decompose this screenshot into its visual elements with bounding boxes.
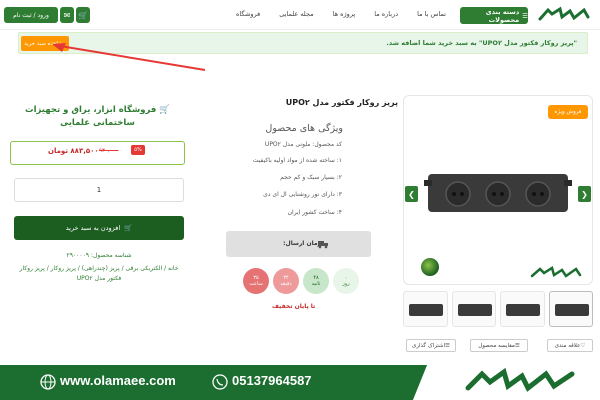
olamaee-watermark-logo <box>530 266 582 278</box>
main-nav: فروشگاه مجله علمایی پروژه ها درباره ما ت… <box>236 10 446 22</box>
truck-icon <box>318 241 328 249</box>
features-heading: ویژگی های محصول <box>265 123 343 134</box>
feature-item: ۴: ساخت کشور ایران <box>287 209 342 216</box>
countdown-seconds: ۴۸ ثانیه <box>303 268 329 294</box>
gallery-next-button[interactable]: ❯ <box>578 186 591 202</box>
heart-icon: ♡ <box>580 342 586 349</box>
cart-icon: 🛒 <box>124 224 133 232</box>
globe-icon <box>421 258 439 276</box>
cart-icon: 🛒 <box>159 105 170 115</box>
thumbnail[interactable] <box>403 291 448 327</box>
thumbnail-device <box>457 304 492 316</box>
share-icon: ☰ <box>445 342 450 349</box>
gallery-prev-button[interactable]: ❮ <box>405 186 418 202</box>
countdown-hours: ۳۵ ساعت <box>243 268 269 294</box>
countdown-days: ۰ روز <box>333 268 359 294</box>
compare-button[interactable]: ☰ مقایسه محصول <box>470 339 528 352</box>
red-arrow-annotation <box>52 43 206 71</box>
new-price: ۸۸۳,۵۰۰ تومان <box>48 147 99 155</box>
breadcrumb[interactable]: خانه / الکتریکی برقی / پریز (چندراهی) / … <box>14 264 184 284</box>
thumbnail[interactable] <box>451 291 496 327</box>
sale-badge: فروش ویژه <box>548 105 588 119</box>
thumbnail-device <box>506 304 540 316</box>
countdown-minutes: ۳۴ دقیقه <box>273 268 299 294</box>
until-discount-end: تا پایان تخفیف <box>272 303 316 310</box>
notice-message: "پریز روکار فکتور مدل UPO۲" به سبد خرید … <box>386 39 577 47</box>
thumbnail-strip <box>403 291 593 327</box>
feature-item: کد محصول: ملونی مدل UPO۲ <box>264 141 342 148</box>
product-image <box>424 174 572 212</box>
olamaee-logo[interactable] <box>536 5 592 25</box>
chat-icon[interactable]: ✉ <box>60 7 74 23</box>
login-label: ورود / ثبت نام <box>13 11 49 19</box>
quantity-input[interactable]: 1 <box>14 178 184 202</box>
nav-about[interactable]: درباره ما <box>374 10 398 22</box>
nav-contact[interactable]: تماس با ما <box>417 10 446 22</box>
old-price: ۹۳۰,۰۰۰ <box>99 148 119 154</box>
product-title: پریز روکار فکتور مدل UPO۲ <box>285 98 398 107</box>
login-button[interactable]: ورود / ثبت نام <box>4 7 58 23</box>
menu-icon: ☰ <box>522 11 528 20</box>
globe-icon <box>40 374 56 390</box>
nav-shop[interactable]: فروشگاه <box>236 10 260 22</box>
shipping-label: زمان ارسال: <box>283 240 321 247</box>
top-header: ☰ دسته بندی محصولات فروشگاه مجله علمایی … <box>0 0 600 30</box>
footer-website[interactable]: www.olamaee.com <box>60 373 176 388</box>
categories-label: دسته بندی محصولات <box>485 7 520 24</box>
shop-title: 🛒 فروشگاه ابزار، یراق و تجهیزات ساختمانی… <box>25 105 170 128</box>
feature-item: ۲: بسیار سبک و کم حجم <box>280 174 342 181</box>
thumbnail[interactable] <box>548 291 593 327</box>
feature-item: ۱: ساخته شده از مواد اولیه باکیفیت <box>252 157 342 164</box>
thumbnail-device <box>409 304 443 316</box>
nav-projects[interactable]: پروژه ها <box>333 10 356 22</box>
nav-magazine[interactable]: مجله علمایی <box>279 10 313 22</box>
wishlist-button[interactable]: ♡ علاقه مندی <box>547 339 593 352</box>
feature-item: ۳: دارای نور روشنایی ال ای دی <box>263 191 342 198</box>
whatsapp-icon <box>212 374 228 390</box>
categories-button[interactable]: ☰ دسته بندی محصولات <box>460 7 528 24</box>
share-button[interactable]: ☰ اشتراک گذاری <box>406 339 456 352</box>
discount-badge: ۵% <box>131 145 145 155</box>
cart-icon[interactable]: 🛒 <box>76 7 90 23</box>
add-to-cart-button[interactable]: 🛒 افزودن به سبد خرید <box>14 216 184 240</box>
shipping-time-box: زمان ارسال: <box>226 231 371 257</box>
compare-icon: ☰ <box>514 342 520 349</box>
footer-phone[interactable]: 05137964587 <box>232 373 312 388</box>
thumbnail[interactable] <box>500 291 545 327</box>
thumbnail-device <box>554 304 589 316</box>
olamaee-footer-logo <box>465 367 575 392</box>
product-sku: شناسه محصول: ۲۹۰۰۰۰۹ <box>66 252 132 259</box>
purchase-box <box>4 95 194 335</box>
